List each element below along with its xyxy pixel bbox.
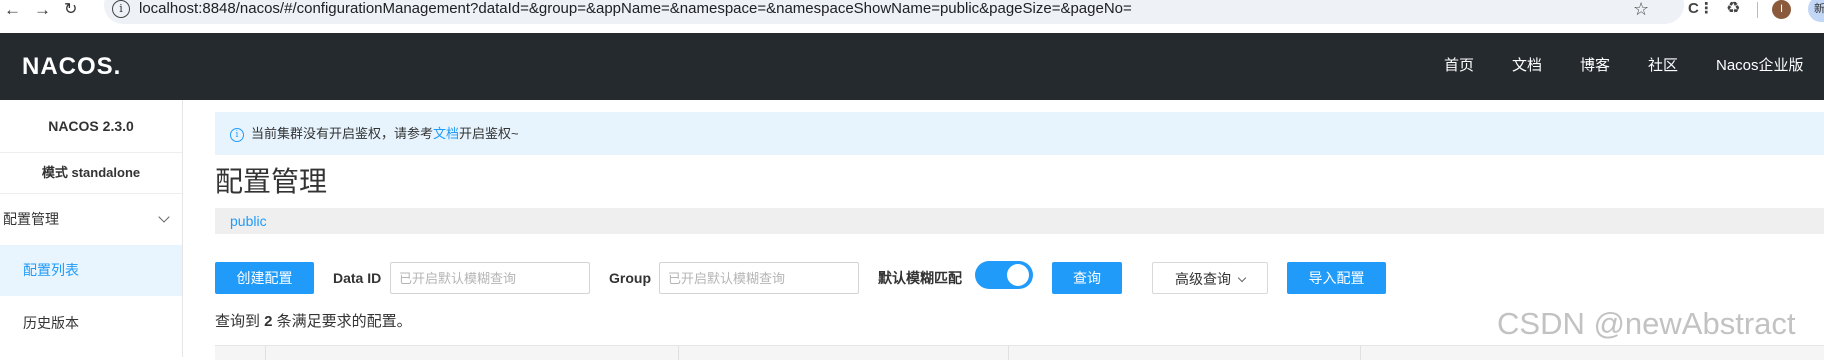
nav-blog[interactable]: 博客: [1580, 56, 1610, 76]
chevron-down-icon: [1237, 273, 1247, 283]
puzzle-extensions-icon[interactable]: ♻: [1726, 0, 1740, 18]
create-config-button[interactable]: 创建配置: [215, 262, 314, 294]
column-divider: [1360, 346, 1361, 360]
nav-enterprise[interactable]: Nacos企业版: [1716, 56, 1804, 76]
sidebar-item-history[interactable]: 历史版本: [0, 298, 182, 349]
nacos-logo[interactable]: NACOS.: [22, 53, 121, 81]
profile-chip[interactable]: 新: [1808, 0, 1824, 22]
notice-text-before: 当前集群没有开启鉴权，请参考: [251, 126, 434, 141]
nav-community[interactable]: 社区: [1648, 56, 1678, 76]
sidebar: NACOS 2.3.0 模式 standalone 配置管理 配置列表 历史版本: [0, 100, 183, 357]
url-text[interactable]: localhost:8848/nacos/#/configurationMana…: [139, 0, 1132, 18]
browser-toolbar: ← → ↻ i localhost:8848/nacos/#/configura…: [0, 0, 1824, 34]
advanced-search-button[interactable]: 高级查询: [1152, 262, 1268, 294]
chevron-down-icon: [158, 211, 170, 223]
result-count: 2: [264, 313, 273, 330]
back-icon[interactable]: ←: [4, 0, 21, 20]
toggle-knob: [1007, 264, 1029, 286]
sidebar-group-label: 配置管理: [3, 211, 59, 227]
fuzzy-match-label: 默认模糊匹配: [878, 270, 962, 286]
notice-docs-link[interactable]: 文档: [433, 126, 459, 141]
dataid-label: Data ID: [333, 270, 382, 286]
namespace-public[interactable]: public: [230, 208, 267, 234]
profile-avatar[interactable]: I: [1772, 0, 1791, 19]
result-summary: 查询到 2 条满足要求的配置。: [215, 312, 412, 332]
version-label: NACOS 2.3.0: [0, 100, 182, 153]
fuzzy-match-toggle[interactable]: [975, 261, 1033, 289]
notice-text: 当前集群没有开启鉴权，请参考文档开启鉴权~: [251, 124, 519, 144]
sidebar-item-label: 配置列表: [23, 262, 79, 278]
column-divider: [678, 346, 679, 360]
info-icon: i: [230, 128, 244, 142]
config-table-header: [215, 345, 1824, 360]
top-header: NACOS. 首页 文档 博客 社区 Nacos企业版: [0, 33, 1824, 100]
namespace-bar: public: [215, 208, 1824, 234]
sidebar-item-label: 历史版本: [23, 315, 79, 331]
notice-text-after: 开启鉴权~: [459, 126, 519, 141]
import-config-button[interactable]: 导入配置: [1287, 262, 1386, 294]
bookmark-star-icon[interactable]: ☆: [1633, 0, 1649, 18]
csdn-watermark: CSDN @newAbstract: [1497, 306, 1796, 341]
sidebar-item-config-list[interactable]: 配置列表: [0, 245, 182, 296]
advanced-search-label: 高级查询: [1175, 271, 1231, 287]
column-divider: [1008, 346, 1009, 360]
dataid-input[interactable]: [390, 262, 590, 294]
mode-label: 模式 standalone: [0, 153, 182, 194]
group-label: Group: [609, 270, 651, 286]
auth-notice: i 当前集群没有开启鉴权，请参考文档开启鉴权~: [215, 112, 1824, 155]
column-divider: [265, 346, 266, 360]
nav-docs[interactable]: 文档: [1512, 56, 1542, 76]
result-prefix: 查询到: [215, 313, 265, 330]
group-input[interactable]: [659, 262, 859, 294]
forward-icon[interactable]: →: [34, 0, 51, 20]
site-info-icon[interactable]: i: [112, 0, 130, 18]
nav-home[interactable]: 首页: [1444, 56, 1474, 76]
page-title: 配置管理: [215, 166, 328, 197]
reload-icon[interactable]: ↻: [64, 0, 77, 20]
search-button[interactable]: 查询: [1052, 262, 1122, 294]
toolbar-divider: [1757, 2, 1758, 18]
result-suffix: 条满足要求的配置。: [272, 313, 412, 330]
extension-icon[interactable]: C⋮: [1688, 0, 1714, 18]
sidebar-group-config-management[interactable]: 配置管理: [0, 194, 182, 244]
